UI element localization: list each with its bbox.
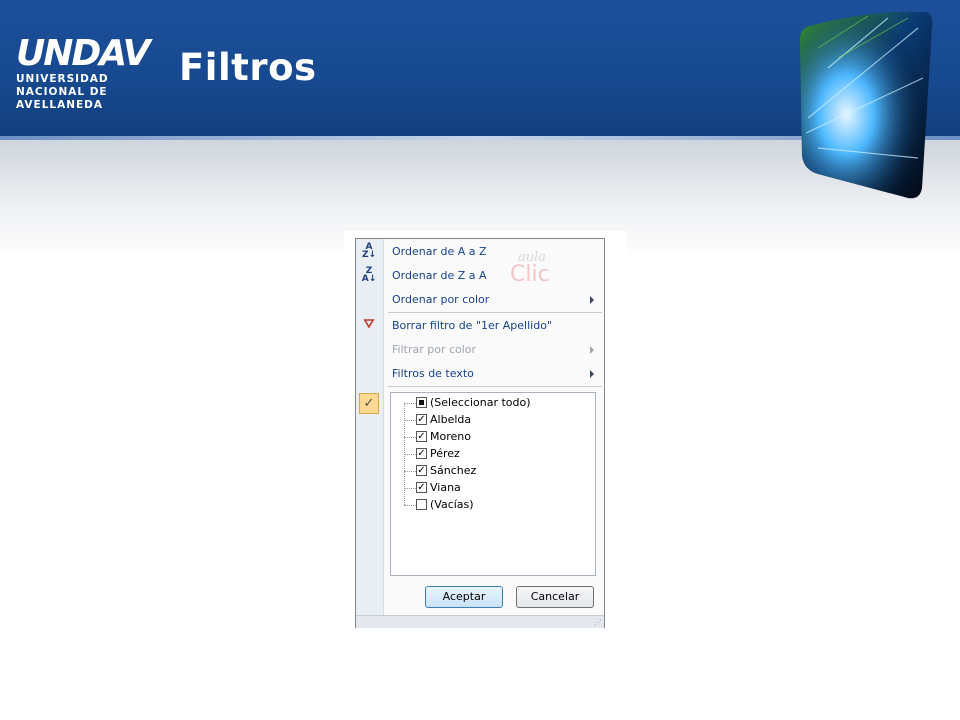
value-row[interactable]: ✓ Albelda bbox=[391, 412, 591, 429]
menu-item-label: Borrar filtro de "1er Apellido" bbox=[392, 319, 552, 332]
cancel-button[interactable]: Cancelar bbox=[516, 586, 594, 608]
checkmark-icon: ✓ bbox=[359, 393, 379, 414]
value-row[interactable]: ✓ Sánchez bbox=[391, 463, 591, 480]
value-label: (Vacías) bbox=[430, 498, 474, 511]
logo-line-3: AVELLANEDA bbox=[16, 99, 104, 111]
value-row[interactable]: ✓ Moreno bbox=[391, 429, 591, 446]
value-row[interactable]: ✓ Pérez bbox=[391, 446, 591, 463]
logo-mark: UNDAV bbox=[16, 33, 151, 74]
filter-values-list[interactable]: (Seleccionar todo) ✓ Albelda ✓ Moreno ✓ … bbox=[390, 392, 596, 576]
tree-dots bbox=[404, 488, 416, 489]
submenu-arrow-icon bbox=[590, 346, 594, 354]
value-checkbox[interactable]: ✓ bbox=[416, 414, 427, 425]
value-checkbox[interactable]: ✓ bbox=[416, 465, 427, 476]
menu-separator bbox=[388, 386, 602, 387]
menu-item-sort-az[interactable]: A Z↓ Ordenar de A a Z bbox=[356, 241, 604, 263]
submenu-arrow-icon bbox=[590, 370, 594, 378]
light-streak-cube-image bbox=[800, 11, 933, 199]
menu-item-text-filters[interactable]: Filtros de texto bbox=[356, 363, 604, 385]
menu-item-label: Ordenar por color bbox=[392, 293, 490, 306]
excel-filter-dropdown: aula Clic A Z↓ Ordenar de A a Z Z A↓ Orden… bbox=[344, 231, 626, 628]
tree-dots bbox=[404, 454, 416, 455]
value-checkbox[interactable]: ✓ bbox=[416, 431, 427, 442]
value-label: Pérez bbox=[430, 447, 460, 460]
tree-dots bbox=[404, 471, 416, 472]
tree-dots bbox=[404, 437, 416, 438]
tree-dots bbox=[404, 403, 416, 404]
sort-az-icon: A Z↓ bbox=[361, 242, 377, 260]
ok-button[interactable]: Aceptar bbox=[425, 586, 503, 608]
menu-item-sort-by-color[interactable]: Ordenar por color bbox=[356, 289, 604, 311]
menu-separator bbox=[388, 312, 602, 313]
menu-item-label: Filtros de texto bbox=[392, 367, 474, 380]
sort-za-icon: Z A↓ bbox=[361, 266, 377, 284]
tree-dots bbox=[404, 420, 416, 421]
menu-item-label: Ordenar de Z a A bbox=[392, 269, 487, 282]
value-row-select-all[interactable]: (Seleccionar todo) bbox=[391, 395, 591, 412]
logo-line-2: NACIONAL DE bbox=[16, 86, 108, 98]
menu-item-filter-by-color[interactable]: Filtrar por color bbox=[356, 339, 604, 361]
select-all-checkbox[interactable] bbox=[416, 397, 427, 408]
submenu-arrow-icon bbox=[590, 296, 594, 304]
menu-item-sort-za[interactable]: Z A↓ Ordenar de Z a A bbox=[356, 265, 604, 287]
value-label: Sánchez bbox=[430, 464, 477, 477]
value-checkbox[interactable] bbox=[416, 499, 427, 510]
value-label: Viana bbox=[430, 481, 461, 494]
menu-item-clear-filter[interactable]: ⛛ Borrar filtro de "1er Apellido" bbox=[356, 315, 604, 337]
value-row[interactable]: (Vacías) bbox=[391, 497, 591, 514]
resize-grip-icon[interactable]: ⋰ bbox=[594, 619, 602, 627]
value-label: Albelda bbox=[430, 413, 472, 426]
menu-item-label: Ordenar de A a Z bbox=[392, 245, 487, 258]
value-row[interactable]: ✓ Viana bbox=[391, 480, 591, 497]
tree-dots bbox=[404, 505, 416, 506]
value-checkbox[interactable]: ✓ bbox=[416, 482, 427, 493]
filter-menu: aula Clic A Z↓ Ordenar de A a Z Z A↓ Orden… bbox=[355, 238, 605, 628]
value-label: (Seleccionar todo) bbox=[430, 396, 531, 409]
logo-line-1: UNIVERSIDAD bbox=[16, 73, 109, 85]
menu-item-label: Filtrar por color bbox=[392, 343, 477, 356]
menu-resize-bar: ⋰ bbox=[356, 615, 604, 628]
value-checkbox[interactable]: ✓ bbox=[416, 448, 427, 459]
slide-title: Filtros bbox=[179, 46, 317, 89]
clear-filter-icon: ⛛ bbox=[363, 317, 375, 332]
undav-logo: UNDAV UNIVERSIDAD NACIONAL DE AVELLANEDA bbox=[16, 33, 151, 116]
value-label: Moreno bbox=[430, 430, 471, 443]
